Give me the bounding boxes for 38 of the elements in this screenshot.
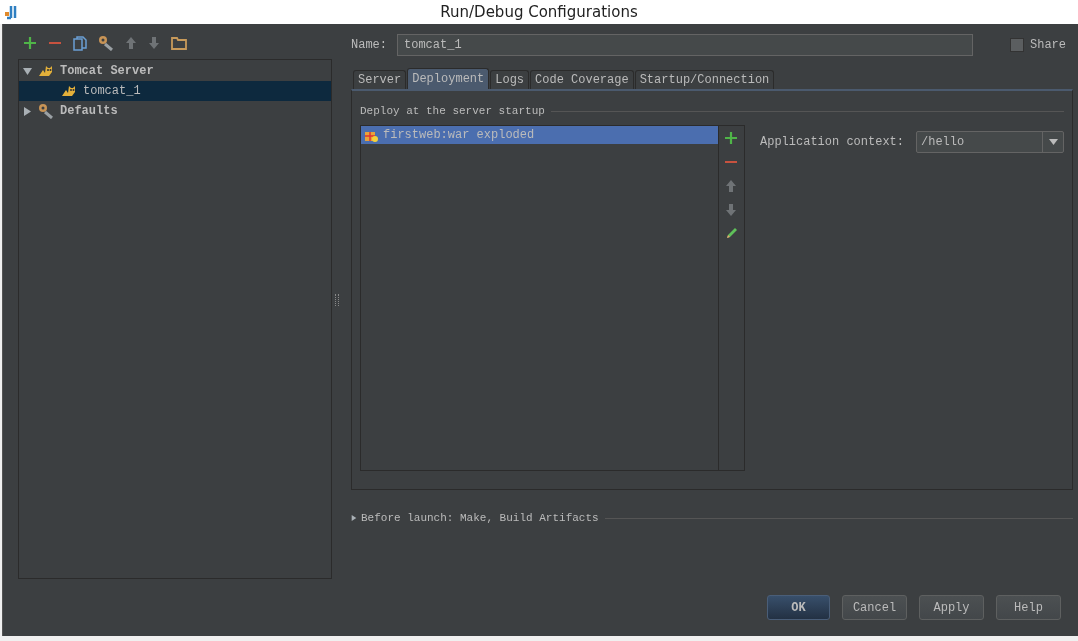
expand-arrow-icon[interactable] — [23, 106, 32, 116]
expand-arrow-icon[interactable] — [351, 514, 357, 522]
context-label: Application context: — [760, 135, 904, 149]
tab[interactable]: Logs — [490, 70, 530, 89]
name-field[interactable]: tomcat_1 — [397, 34, 973, 56]
pencil-icon[interactable] — [725, 227, 738, 240]
dialog-button[interactable]: Apply — [919, 595, 984, 620]
window-title: Run/Debug Configurations — [440, 3, 639, 21]
group-title: Deploy at the server startup — [360, 105, 545, 117]
arrow-up-icon[interactable] — [125, 36, 137, 50]
collapse-arrow-icon[interactable] — [23, 66, 32, 76]
tab[interactable]: Deployment — [407, 68, 490, 89]
move-up-icon[interactable] — [725, 179, 738, 193]
wrench-icon — [38, 103, 54, 119]
dialog-button[interactable]: Cancel — [842, 595, 907, 620]
tab[interactable]: Startup/Connection — [634, 70, 775, 89]
add-icon[interactable] — [724, 131, 739, 145]
add-icon[interactable] — [23, 36, 37, 50]
name-label: Name: — [351, 38, 387, 52]
context-dropdown[interactable]: /hello — [916, 131, 1064, 153]
tab[interactable]: Code Coverage — [530, 70, 634, 89]
cat-icon — [38, 64, 54, 78]
share-checkbox[interactable] — [1010, 38, 1024, 52]
tree-item[interactable]: Defaults — [19, 101, 331, 121]
dialog-button[interactable]: Help — [996, 595, 1061, 620]
move-down-icon[interactable] — [725, 203, 738, 217]
share-label: Share — [1030, 38, 1067, 52]
before-launch-label[interactable]: Before launch: Make, Build Artifacts — [361, 512, 599, 524]
wrench-icon[interactable] — [98, 35, 114, 51]
copy-icon[interactable] — [73, 35, 87, 51]
arrow-down-icon[interactable] — [148, 36, 160, 50]
cat-icon — [61, 84, 77, 98]
folder-icon[interactable] — [171, 36, 187, 50]
dialog-button[interactable]: OK — [767, 595, 830, 620]
tree-item[interactable]: tomcat_1 — [19, 81, 331, 101]
dropdown-arrow-icon[interactable] — [1048, 139, 1058, 145]
tab[interactable]: Server — [353, 70, 407, 89]
tree-item[interactable]: Tomcat Server — [19, 61, 331, 81]
